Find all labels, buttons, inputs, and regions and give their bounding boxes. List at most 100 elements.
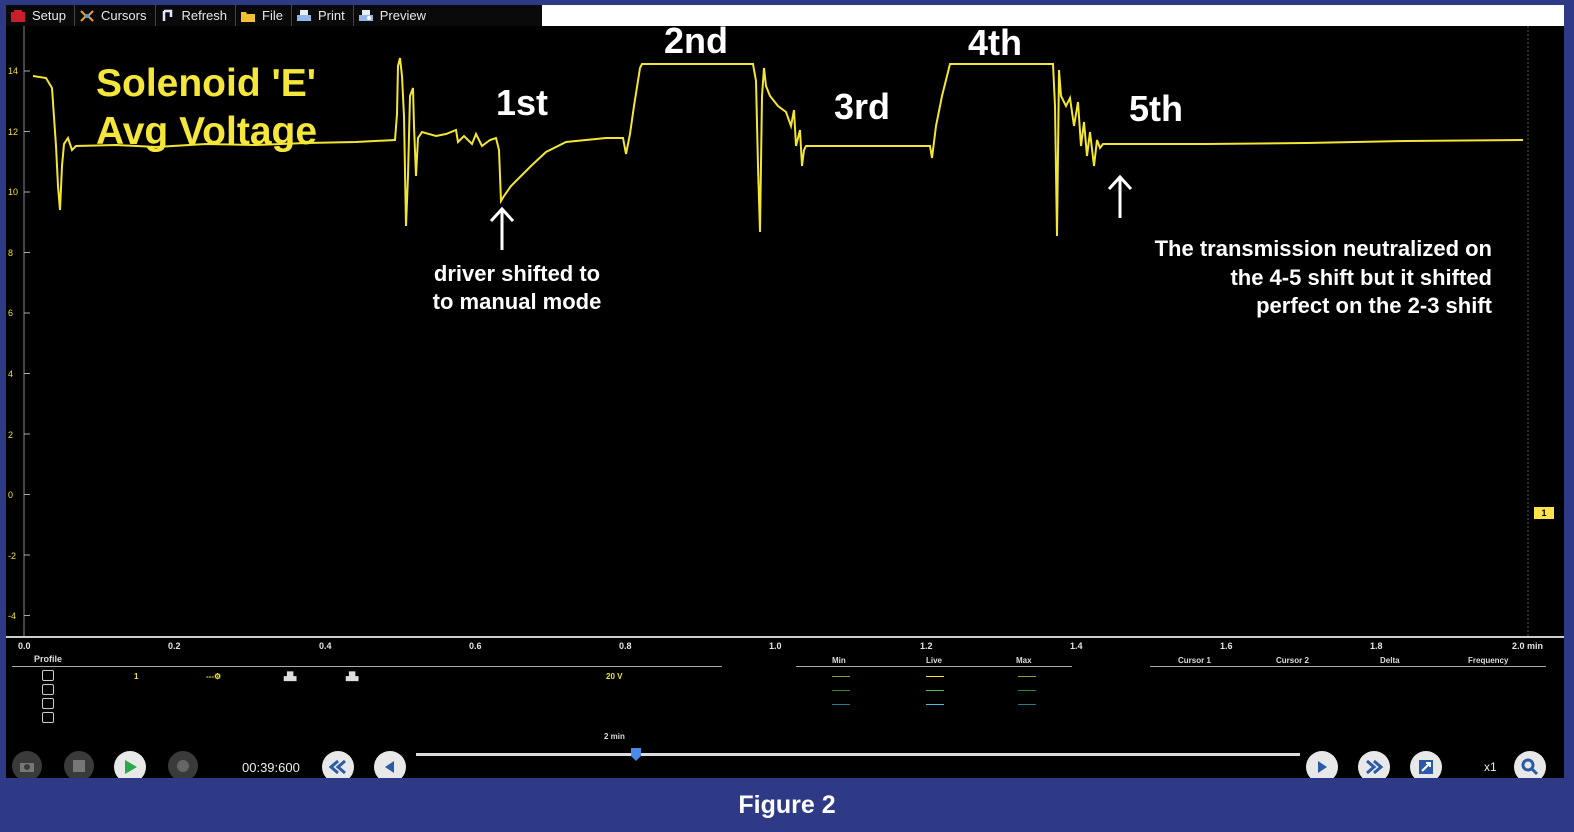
stats-min-line — [832, 704, 850, 705]
print-icon — [296, 9, 312, 23]
step-back-button[interactable] — [374, 751, 406, 778]
histogram-icon[interactable]: ▟▙ — [284, 672, 296, 681]
arrow-up-icon — [1107, 174, 1133, 218]
stats-max-line — [1018, 704, 1036, 705]
y-tick-label-12: 12 — [8, 127, 19, 137]
stats-live-line — [926, 690, 944, 691]
plot-title-line2: Avg Voltage — [96, 110, 318, 153]
note-manual-line1: driver shifted to — [433, 261, 601, 286]
scale-value[interactable]: 20 V — [606, 672, 622, 681]
scanner-screen: Setup Cursors Refresh File Print Preview… — [6, 5, 1564, 778]
x-tick-label: 0.0 — [18, 641, 31, 651]
x-tick-label: 0.8 — [619, 641, 632, 651]
play-button[interactable] — [114, 751, 146, 778]
arrow-up-icon — [489, 206, 515, 250]
magnify-button[interactable] — [1514, 751, 1546, 778]
stats-min-line — [832, 690, 850, 691]
record-button[interactable] — [168, 751, 198, 778]
refresh-icon — [160, 9, 176, 23]
y-tick-label-2: 2 — [8, 430, 14, 440]
gear-label-1st: 1st — [496, 82, 549, 123]
y-tick-label-0: 0 — [8, 490, 14, 500]
record-icon — [177, 760, 189, 772]
preview-icon — [358, 9, 374, 23]
setup-icon — [10, 9, 26, 23]
zoom-fit-button[interactable] — [1410, 751, 1442, 778]
play-icon — [125, 760, 137, 774]
rewind-icon — [329, 759, 346, 775]
playback-slider-handle[interactable] — [631, 748, 642, 762]
cursors-label: Cursors — [100, 8, 147, 23]
note-manual-mode: driver shifted to to manual mode — [414, 260, 620, 316]
channel-marker[interactable]: 1 — [1534, 507, 1554, 519]
step-forward-icon — [1318, 761, 1327, 773]
toolbar: Setup Cursors Refresh File Print Preview — [6, 5, 1564, 26]
file-button[interactable]: File — [236, 5, 292, 26]
histogram-icon[interactable]: ▟▙ — [346, 672, 358, 681]
x-tick-label: 1.4 — [1070, 641, 1083, 651]
plot-title: Solenoid 'E' Avg Voltage — [96, 60, 317, 156]
stats-divider — [796, 666, 1072, 667]
profile-header: Profile — [34, 654, 63, 664]
stats-header-max: Max — [1016, 656, 1032, 665]
cursor1-header: Cursor 1 — [1178, 656, 1211, 665]
note-neutral-line2: the 4-5 shift but it shifted — [1230, 264, 1492, 290]
step-forward-button[interactable] — [1306, 751, 1338, 778]
toolbar-buttons: Setup Cursors Refresh File Print Preview — [6, 5, 542, 26]
magnify-icon — [1521, 758, 1539, 776]
trace-style-icon[interactable]: ---⚙ — [206, 672, 221, 681]
y-tick-label-neg4: -4 — [8, 611, 17, 621]
note-neutral-line1: The transmission neutralized on — [1154, 236, 1492, 261]
x-tick-label: 1.6 — [1220, 641, 1233, 651]
y-tick-label-6: 6 — [8, 308, 14, 318]
delta-header: Delta — [1380, 656, 1400, 665]
camera-icon — [20, 763, 34, 772]
rewind-button[interactable] — [322, 751, 354, 778]
stats-max-line — [1018, 676, 1036, 677]
refresh-button[interactable]: Refresh — [156, 5, 237, 26]
cursors-button[interactable]: Cursors — [75, 5, 156, 26]
figure-frame: Setup Cursors Refresh File Print Preview… — [0, 0, 1574, 832]
setup-button[interactable]: Setup — [6, 5, 75, 26]
x-tick-label: 1.2 — [920, 641, 933, 651]
preview-button[interactable]: Preview — [354, 5, 434, 26]
x-tick-label: 2.0 min — [1512, 641, 1544, 651]
channel-number: 1 — [134, 672, 139, 681]
zoom-level: x1 — [1484, 760, 1497, 774]
stats-min-line — [832, 676, 850, 677]
stop-button[interactable] — [64, 751, 94, 778]
waveform-plot[interactable]: 14 12 10 8 6 4 2 0 -2 -4 Solenoid 'E' Av… — [6, 20, 1564, 636]
stats-header-min: Min — [832, 656, 846, 665]
y-tick-marks — [24, 70, 30, 616]
profile-divider — [12, 666, 722, 667]
frequency-header: Frequency — [1468, 656, 1509, 665]
camera-button[interactable] — [12, 751, 42, 778]
timestamp: 00:39:600 — [242, 760, 300, 775]
fast-forward-icon — [1366, 759, 1383, 775]
note-neutral-line3: perfect on the 2-3 shift — [1256, 293, 1492, 318]
preview-label: Preview — [379, 8, 426, 23]
x-tick-label: 0.6 — [469, 641, 482, 651]
info-panel: Profile 1 ---⚙ ▟▙ ▟▙ 20 V Min Live Max C… — [6, 652, 1564, 778]
cursor-divider — [1150, 666, 1546, 667]
stats-header-live: Live — [926, 656, 943, 665]
zoom-fit-icon — [1419, 760, 1433, 774]
x-tick-label: 1.8 — [1370, 641, 1383, 651]
figure-caption: Figure 2 — [738, 791, 836, 819]
x-tick-label: 0.4 — [319, 641, 332, 651]
stop-icon — [73, 760, 85, 772]
channel-toggle-icons[interactable] — [42, 670, 54, 723]
y-tick-label-10: 10 — [8, 187, 19, 197]
folder-icon — [240, 9, 256, 23]
x-tick-label: 1.0 — [769, 641, 782, 651]
playback-track[interactable] — [416, 753, 1300, 756]
fast-forward-button[interactable] — [1358, 751, 1390, 778]
note-manual-line2: to manual mode — [432, 289, 602, 314]
setup-label: Setup — [32, 8, 66, 23]
plot-title-line1: Solenoid 'E' — [96, 62, 317, 105]
cursors-icon — [79, 9, 95, 23]
gear-label-3rd: 3rd — [834, 86, 891, 127]
print-label: Print — [317, 8, 345, 23]
y-tick-label-4: 4 — [8, 369, 14, 379]
print-button[interactable]: Print — [292, 5, 354, 26]
